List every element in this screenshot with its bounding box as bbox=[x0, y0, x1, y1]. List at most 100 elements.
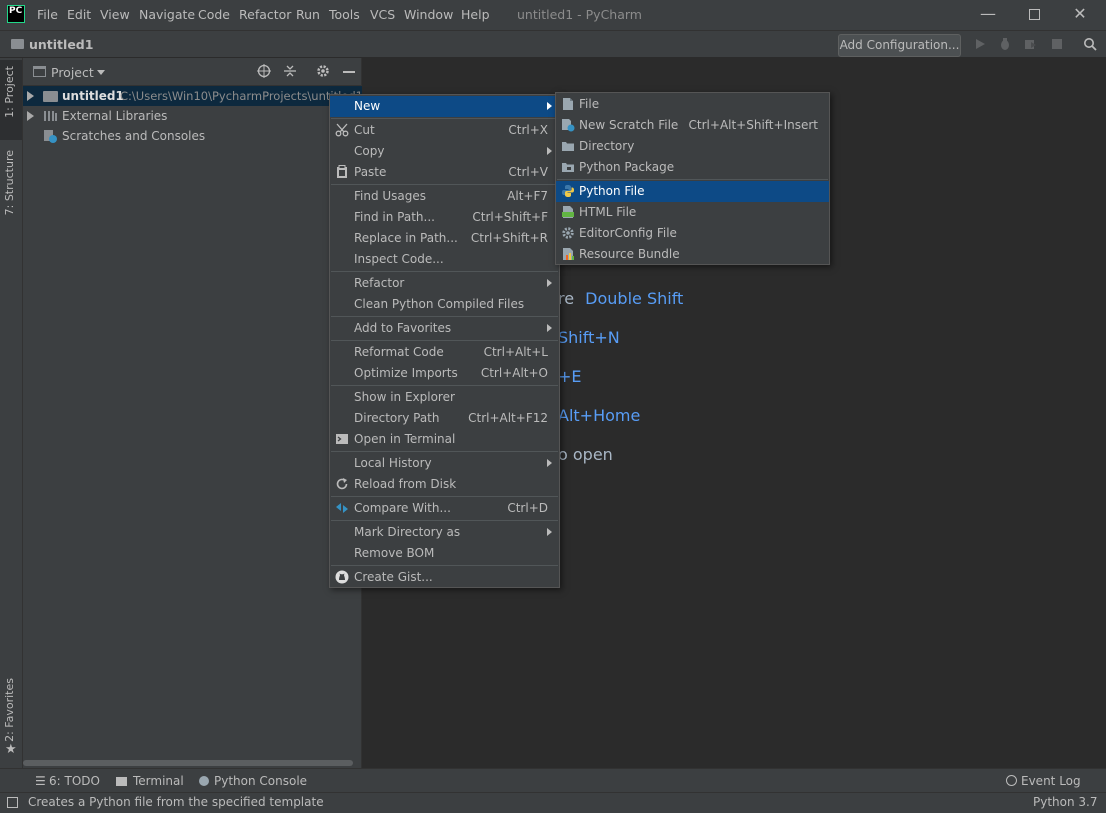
menu-help[interactable]: Help bbox=[461, 7, 490, 22]
tab-todo[interactable]: ☰ 6: TODO bbox=[35, 774, 100, 788]
menu-item-reformat-code[interactable]: Reformat Code Ctrl+Alt+L bbox=[330, 342, 559, 363]
menu-item-show-in-explorer[interactable]: Show in Explorer bbox=[330, 387, 559, 408]
menu-item-local-history[interactable]: Local History bbox=[330, 453, 559, 474]
menu-item-inspect-code[interactable]: Inspect Code... bbox=[330, 249, 559, 270]
menu-item-open-in-terminal[interactable]: Open in Terminal bbox=[330, 429, 559, 450]
submenu-item-editorconfig-file[interactable]: EditorConfig File bbox=[556, 223, 829, 244]
tab-favorites[interactable]: 2: Favorites bbox=[3, 678, 16, 742]
hint-recent-files: +E bbox=[558, 367, 582, 386]
menu-item-copy[interactable]: Copy bbox=[330, 141, 559, 162]
tree-item-untitled1[interactable]: untitled1 C:\Users\Win10\PycharmProjects… bbox=[23, 86, 363, 106]
menu-item-directory-path[interactable]: Directory Path Ctrl+Alt+F12 bbox=[330, 408, 559, 429]
menu-vcs[interactable]: VCS bbox=[370, 7, 395, 22]
interpreter-indicator[interactable]: Python 3.7 bbox=[1033, 795, 1098, 809]
add-configuration-button[interactable]: Add Configuration... bbox=[838, 34, 961, 57]
tree-item-label: untitled1 bbox=[62, 89, 124, 103]
menu-item-mark-directory-as[interactable]: Mark Directory as bbox=[330, 522, 559, 543]
search-icon[interactable] bbox=[1083, 37, 1097, 51]
breadcrumb[interactable]: untitled1 bbox=[29, 37, 93, 52]
tree-item-scratches[interactable]: Scratches and Consoles bbox=[23, 126, 362, 146]
menu-item-add-to-favorites[interactable]: Add to Favorites bbox=[330, 318, 559, 339]
menu-file[interactable]: File bbox=[37, 7, 58, 22]
tab-structure[interactable]: 7: Structure bbox=[3, 150, 16, 215]
submenu-item-file[interactable]: File bbox=[556, 94, 829, 115]
menu-item-shortcut: Alt+F7 bbox=[507, 189, 548, 203]
menu-item-reload-from-disk[interactable]: Reload from Disk bbox=[330, 474, 559, 495]
menu-window[interactable]: Window bbox=[404, 7, 453, 22]
expand-arrow-icon[interactable] bbox=[27, 111, 34, 121]
minimize-button[interactable]: — bbox=[965, 0, 1011, 30]
menu-item-replace-in-path[interactable]: Replace in Path... Ctrl+Shift+R bbox=[330, 228, 559, 249]
menu-item-optimize-imports[interactable]: Optimize Imports Ctrl+Alt+O bbox=[330, 363, 559, 384]
menu-edit[interactable]: Edit bbox=[67, 7, 91, 22]
menu-item-refactor[interactable]: Refactor bbox=[330, 273, 559, 294]
debug-icon[interactable] bbox=[998, 37, 1012, 51]
hint-text: re bbox=[558, 289, 575, 308]
tree-item-path: C:\Users\Win10\PycharmProjects\untitled1 bbox=[120, 89, 363, 103]
separator bbox=[331, 184, 558, 185]
menu-item-find-usages[interactable]: Find Usages Alt+F7 bbox=[330, 186, 559, 207]
gear-icon[interactable] bbox=[316, 64, 330, 78]
github-icon bbox=[335, 570, 349, 584]
menu-code[interactable]: Code bbox=[198, 7, 230, 22]
file-icon bbox=[563, 98, 573, 110]
compare-icon bbox=[336, 503, 348, 513]
submenu-item-html-file[interactable]: HTML File bbox=[556, 202, 829, 223]
submenu-item-python-package[interactable]: Python Package bbox=[556, 157, 829, 178]
menu-item-remove-bom[interactable]: Remove BOM bbox=[330, 543, 559, 564]
menu-item-label: Mark Directory as bbox=[354, 525, 461, 539]
separator bbox=[331, 520, 558, 521]
separator bbox=[331, 451, 558, 452]
tab-project[interactable]: 1: Project bbox=[3, 66, 16, 118]
tab-terminal[interactable]: Terminal bbox=[116, 774, 184, 788]
menu-item-shortcut: Ctrl+D bbox=[507, 501, 548, 515]
menu-item-cut[interactable]: Cut Ctrl+X bbox=[330, 120, 559, 141]
run-icon[interactable] bbox=[973, 37, 987, 51]
menu-navigate[interactable]: Navigate bbox=[139, 7, 195, 22]
menu-item-clean-compiled[interactable]: Clean Python Compiled Files bbox=[330, 294, 559, 315]
menu-tools[interactable]: Tools bbox=[329, 7, 360, 22]
tab-event-log[interactable]: Event Log bbox=[1006, 774, 1081, 788]
submenu-arrow-icon bbox=[547, 528, 552, 536]
submenu-item-new-scratch-file[interactable]: New Scratch File Ctrl+Alt+Shift+Insert bbox=[556, 115, 829, 136]
menu-item-compare-with[interactable]: Compare With... Ctrl+D bbox=[330, 498, 559, 519]
submenu-item-resource-bundle[interactable]: Resource Bundle bbox=[556, 244, 829, 265]
menu-refactor[interactable]: Refactor bbox=[239, 7, 291, 22]
submenu-item-directory[interactable]: Directory bbox=[556, 136, 829, 157]
project-view-dropdown[interactable]: Project bbox=[51, 65, 94, 80]
menu-view[interactable]: View bbox=[100, 7, 130, 22]
submenu-item-python-file[interactable]: Python File bbox=[556, 181, 829, 202]
menu-item-new[interactable]: New bbox=[330, 96, 559, 117]
menu-item-find-in-path[interactable]: Find in Path... Ctrl+Shift+F bbox=[330, 207, 559, 228]
menu-item-label: Remove BOM bbox=[354, 546, 435, 560]
chevron-down-icon[interactable] bbox=[97, 70, 105, 75]
menu-item-label: Directory bbox=[579, 139, 635, 153]
package-icon bbox=[562, 163, 574, 172]
expand-arrow-icon[interactable] bbox=[27, 91, 34, 101]
title-bar: PC File Edit View Navigate Code Refactor… bbox=[0, 0, 1106, 30]
hint-drop-files: o open bbox=[558, 445, 613, 464]
horizontal-scrollbar[interactable] bbox=[23, 760, 353, 766]
close-button[interactable]: ✕ bbox=[1057, 0, 1103, 30]
locate-icon[interactable] bbox=[257, 64, 271, 78]
menu-item-label: Paste bbox=[354, 165, 387, 179]
menu-run[interactable]: Run bbox=[296, 7, 320, 22]
maximize-button[interactable] bbox=[1011, 0, 1057, 30]
menu-item-label: Directory Path bbox=[354, 411, 440, 425]
stop-icon[interactable] bbox=[1050, 37, 1064, 51]
coverage-icon[interactable] bbox=[1023, 37, 1037, 51]
collapse-all-icon[interactable] bbox=[283, 64, 297, 78]
menu-item-label: Find Usages bbox=[354, 189, 427, 203]
html-file-icon bbox=[562, 206, 574, 218]
hide-panel-icon[interactable] bbox=[343, 71, 355, 73]
gear-icon bbox=[562, 227, 574, 239]
tree-item-external-libraries[interactable]: External Libraries bbox=[23, 106, 362, 126]
tool-window-toggle-icon[interactable] bbox=[7, 797, 18, 808]
tab-python-console[interactable]: Python Console bbox=[199, 774, 307, 788]
menu-item-create-gist[interactable]: Create Gist... bbox=[330, 567, 559, 588]
menu-item-paste[interactable]: Paste Ctrl+V bbox=[330, 162, 559, 183]
library-icon bbox=[44, 111, 57, 121]
menu-item-shortcut: Ctrl+Alt+Shift+Insert bbox=[688, 118, 818, 132]
menu-item-label: Python File bbox=[579, 184, 645, 198]
event-log-icon bbox=[1006, 775, 1017, 786]
